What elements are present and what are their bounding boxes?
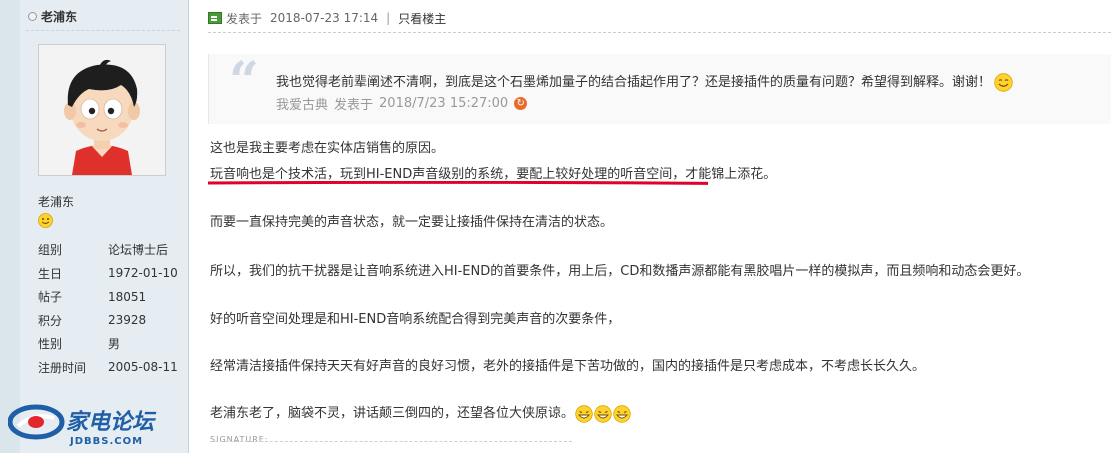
smile-emoji-icon (38, 213, 53, 228)
info-value[interactable]: 论坛博士后 (108, 241, 168, 258)
info-row-gender: 性别 男 (38, 332, 183, 356)
laugh-emoji-icon (594, 404, 612, 423)
posted-label: 发表于 (226, 11, 263, 26)
jdbbs-logo-icon: 家电论坛 JDBBS.COM (7, 404, 157, 447)
author-only-link[interactable]: 只看楼主 (398, 10, 446, 27)
info-key: 帖子 (38, 290, 63, 305)
info-value: 18051 (108, 289, 147, 304)
author-name[interactable]: 老浦东 (41, 8, 77, 25)
divider (26, 30, 180, 31)
post-line-7: 老浦东老了，脑袋不灵，讲话颠三倒四的，还望各位大侠原谅。 (210, 406, 575, 421)
info-value: 2005-08-11 (108, 360, 178, 375)
quote-block: “ 我也觉得老前辈阐述不清啊，到底是这个石墨烯加量子的结合插起作用了？还是接插件… (208, 54, 1111, 124)
laugh-emoji-icon (613, 404, 631, 423)
signature-divider (210, 441, 572, 442)
post-meta-bar: 发表于 2018-07-23 17:14 | 只看楼主 (208, 8, 446, 28)
logo-url: JDBBS.COM (69, 436, 143, 447)
post-line-2: 玩音响也是个技术活，玩到HI-END声音级别的系统，要配上较好处理的听音空间，才… (210, 167, 777, 182)
post-line-7-container: 老浦东老了，脑袋不灵，讲话颠三倒四的，还望各位大侠原谅。 (210, 402, 631, 423)
author-sidebar: 老浦东 老浦东 组别 论坛博士后 生日 1972-01-10 帖子 18051 … (0, 0, 189, 453)
jdbbs-logo[interactable]: 家电论坛 JDBBS.COM (7, 402, 186, 450)
post-line-3: 而要一直保持完美的声音状态，就一定要让接插件保持在清洁的状态。 (210, 215, 614, 230)
info-key: 积分 (38, 313, 63, 328)
user-info-list: 组别 论坛博士后 生日 1972-01-10 帖子 18051 积分 23928… (38, 238, 183, 379)
post-line-1: 这也是我主要考虑在实体店销售的原因。 (210, 141, 445, 156)
post-line-4: 所以，我们的抗干扰器是让音响系统进入HI-END的首要条件，用上后，CD和数播声… (210, 264, 1030, 279)
post-header-divider (208, 32, 1111, 33)
info-value: 23928 (108, 313, 147, 328)
jump-to-post-icon[interactable]: ↻ (514, 97, 528, 110)
info-row-points: 积分 23928 (38, 309, 183, 333)
quote-mark-icon: “ (229, 51, 259, 112)
logo-text: 家电论坛 (66, 409, 157, 435)
posted-time: 2018-07-23 17:14 (270, 11, 379, 25)
author-header: 老浦东 (28, 8, 77, 24)
offline-status-icon (28, 11, 37, 21)
post-line-6: 经常清洁接插件保持天天有好声音的良好习惯，老外的接插件是下苦功做的，国内的接插件… (210, 359, 926, 374)
post-status-icon (208, 12, 222, 24)
quote-time: 2018/7/23 15:27:00 (379, 96, 509, 111)
info-value: 男 (108, 337, 121, 352)
red-underline-highlight (208, 181, 708, 185)
info-key: 注册时间 (38, 360, 87, 375)
info-key: 生日 (38, 266, 63, 281)
meta-separator: | (386, 11, 391, 25)
info-value: 1972-01-10 (108, 266, 178, 281)
quote-author: 我爱古典 (276, 98, 329, 113)
sidebar-strip (0, 0, 20, 453)
username[interactable]: 老浦东 (38, 193, 74, 210)
laugh-emoji-icon (575, 404, 593, 423)
signature-label: SIGNATURE: (210, 435, 269, 444)
info-key: 性别 (38, 337, 63, 352)
smile-emoji-icon (994, 73, 1013, 92)
info-row-birthday: 生日 1972-01-10 (38, 262, 183, 286)
quote-text: 我也觉得老前辈阐述不清啊，到底是这个石墨烯加量子的结合插起作用了？还是接插件的质… (276, 71, 1013, 92)
cartoon-boy-avatar-icon (39, 45, 165, 175)
quote-body: 我也觉得老前辈阐述不清啊，到底是这个石墨烯加量子的结合插起作用了？还是接插件的质… (276, 75, 992, 90)
info-row-group: 组别 论坛博士后 (38, 238, 183, 262)
quote-posted-label: 发表于 (334, 98, 374, 113)
post-line-5: 好的听音空间处理是和HI-END音响系统配合得到完美声音的次要条件， (210, 312, 621, 327)
info-row-posts: 帖子 18051 (38, 285, 183, 309)
info-key: 组别 (38, 243, 63, 258)
info-row-registered: 注册时间 2005-08-11 (38, 356, 183, 380)
avatar[interactable] (38, 44, 166, 176)
quote-meta: 我爱古典 发表于 2018/7/23 15:27:00 ↻ (276, 94, 528, 113)
